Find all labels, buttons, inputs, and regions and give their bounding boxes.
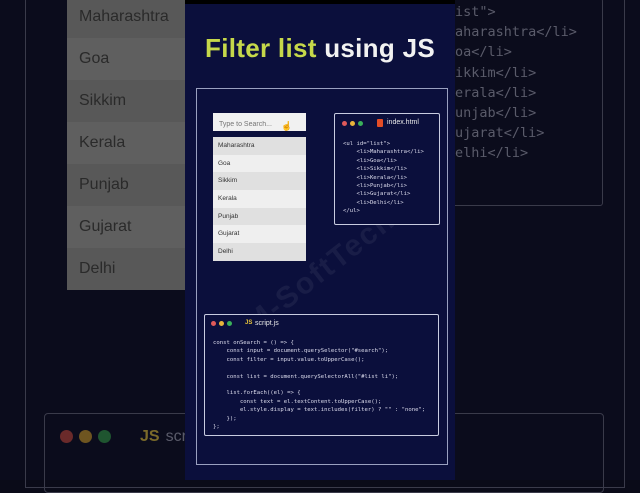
code-line: }; <box>213 424 220 431</box>
js-code: const onSearch = () => { const input = d… <box>213 339 425 431</box>
code-line: <li>Gujarat</li> <box>343 191 411 198</box>
html5-icon <box>377 119 383 127</box>
code-line: <li>Goa</li> <box>343 157 397 164</box>
background-js-label: JS scri <box>140 428 190 446</box>
js-icon: JS <box>140 428 160 445</box>
code-line: </ul> <box>343 208 360 215</box>
code-line: oa</li> <box>455 44 512 61</box>
list-item[interactable]: Sikkim <box>213 172 306 191</box>
code-line: erala</li> <box>455 84 537 101</box>
state-list: Maharashtra Goa Sikkim Kerala Punjab Gujarat D… <box>213 137 306 261</box>
code-line: list.forEach((el) => { <box>213 390 301 397</box>
code-line: <ul id="list"> <box>343 141 391 147</box>
code-line: ikkim</li> <box>455 64 537 81</box>
list-item[interactable]: Punjab <box>213 207 306 226</box>
list-item[interactable]: Maharashtra <box>213 137 306 155</box>
code-line: const onSearch = () => { <box>213 340 294 346</box>
hand-cursor-icon: ☝ <box>281 121 293 131</box>
code-line: el.style.display = text.includes(filter)… <box>213 407 426 414</box>
page-title: Filter list using JS <box>185 33 455 64</box>
yellow-dot-icon <box>219 321 224 326</box>
html-code-window: index.html <ul id="list"> <li>Maharashtr… <box>334 113 440 225</box>
code-line: <li>Punjab</li> <box>343 183 407 190</box>
code-line: <li>Delhi</li> <box>343 199 404 206</box>
title-rest: using JS <box>316 33 435 63</box>
yellow-dot-icon <box>79 430 92 443</box>
red-dot-icon <box>342 121 347 126</box>
code-line: ist"> <box>455 4 496 20</box>
window-filename: script.js <box>255 320 279 327</box>
list-item[interactable]: Goa <box>213 154 306 173</box>
background-list: Maharashtra Goa Sikkim Kerala Punjab Gujarat D… <box>67 0 197 290</box>
yellow-dot-icon <box>350 121 355 126</box>
list-item[interactable]: Delhi <box>213 243 306 261</box>
code-line: const input = document.querySelector("#s… <box>213 348 389 355</box>
code-line: const list = document.querySelectorAll("… <box>213 373 399 380</box>
background-list-item: Punjab <box>67 164 197 206</box>
window-filename: index.html <box>387 119 419 126</box>
code-line: aharashtra</li> <box>455 24 577 41</box>
top-bar <box>185 0 455 4</box>
background-list-item: Sikkim <box>67 80 197 122</box>
red-dot-icon <box>60 430 73 443</box>
code-line: }); <box>213 415 237 422</box>
js-icon: JS <box>245 320 253 326</box>
code-line: ujarat</li> <box>455 125 545 142</box>
background-list-item: Gujarat <box>79 218 132 235</box>
green-dot-icon <box>98 430 111 443</box>
code-line: elhi</li> <box>455 145 529 162</box>
html-code: <ul id="list"> <li>Maharashtra</li> <li>… <box>343 140 424 216</box>
code-line: const text = el.textContent.toUpperCase(… <box>213 398 382 405</box>
red-dot-icon <box>211 321 216 326</box>
js-code-window: JS script.js const onSearch = () => { co… <box>204 314 439 436</box>
background-code: ist"> aharashtra</li> oa</li> ikkim</li> era… <box>455 2 577 164</box>
list-item[interactable]: Gujarat <box>213 225 306 244</box>
background-list-item: Goa <box>79 50 110 67</box>
code-line: <li>Kerala</li> <box>343 174 407 181</box>
code-line: <li>Sikkim</li> <box>343 166 407 173</box>
green-dot-icon <box>227 321 232 326</box>
background-list-item: Maharashtra <box>67 0 197 38</box>
title-highlight: Filter list <box>205 33 317 63</box>
code-line: <li>Maharashtra</li> <box>343 149 424 156</box>
background-list-item: Delhi <box>67 248 197 290</box>
green-dot-icon <box>358 121 363 126</box>
code-line: const filter = input.value.toUpperCase()… <box>213 356 365 363</box>
code-line: unjab</li> <box>455 105 537 122</box>
list-item[interactable]: Kerala <box>213 190 306 208</box>
background-list-item: Kerala <box>79 134 126 151</box>
